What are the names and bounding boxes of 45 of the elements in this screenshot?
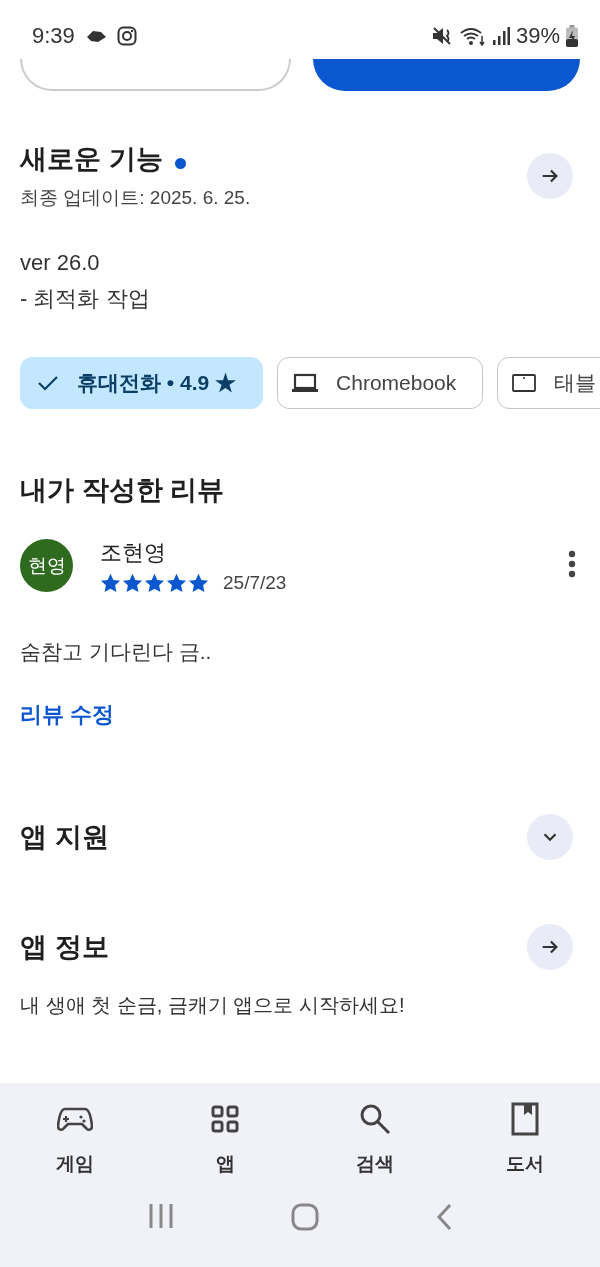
star-icon [100,572,121,593]
recent-apps-icon[interactable] [148,1202,175,1229]
expand-button[interactable] [527,813,573,860]
battery-percent: 39% [515,22,560,49]
status-time: 9:39 [32,22,75,49]
nav-tab[interactable]: 검색 [300,1100,450,1177]
check-icon [37,373,59,392]
nav-tab[interactable]: 게임 [0,1100,150,1177]
battery-icon [566,24,578,47]
laptop-icon [292,372,319,393]
app-description: 내 생애 첫 순금, 금캐기 앱으로 시작하세요! [20,992,405,1018]
camera-icon [116,25,137,46]
release-note: ver 26.0 [20,248,100,277]
device-chip[interactable]: 휴대전화 • 4.9 ★ [20,356,264,409]
back-icon[interactable] [435,1202,452,1231]
wifi-icon [459,25,486,46]
review-text: 숨참고 기다린다 금.. [20,638,212,665]
star-icon [122,572,143,593]
user-avatar: 현영 [20,539,73,593]
search-icon [359,1102,391,1135]
tablet-icon [512,373,537,392]
apps-grid-icon [211,1104,239,1133]
device-chip[interactable]: Chromebook [277,356,484,409]
nav-tab[interactable]: 도서 [450,1100,600,1177]
release-note: - 최적화 작업 [20,284,150,313]
section-title: 앱 정보 [20,930,110,964]
reviewer-name: 조현영 [100,538,166,567]
home-icon[interactable] [291,1202,319,1231]
review-date: 25/7/23 [223,571,287,594]
arrow-button[interactable] [527,923,573,970]
update-date: 최종 업데이트: 2025. 6. 25. [20,185,252,210]
signal-icon [491,25,510,46]
outlined-button[interactable] [20,59,291,91]
nav-tab[interactable]: 앱 [150,1100,300,1177]
star-icon [188,572,209,593]
star-icon [166,572,187,593]
arrow-button[interactable] [527,152,573,199]
book-icon [511,1101,539,1136]
section-title: 앱 지원 [20,820,110,854]
gamepad-icon [57,1105,93,1132]
star-icon [144,572,165,593]
section-title: 새로운 기능 [20,143,163,174]
device-chip[interactable]: 태블 [497,356,600,409]
section-title: 내가 작성한 리뷰 [20,473,225,507]
edit-review-link[interactable]: 리뷰 수정 [20,699,115,730]
